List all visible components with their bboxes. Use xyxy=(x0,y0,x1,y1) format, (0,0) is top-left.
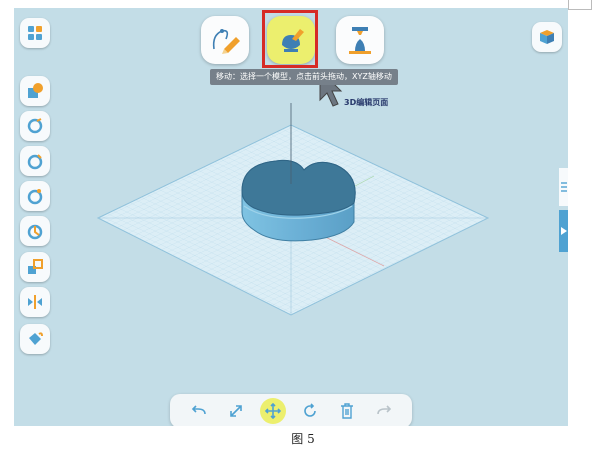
highlight-annotation-box xyxy=(262,10,318,68)
delete-button[interactable] xyxy=(334,398,360,424)
sketch-tool-button[interactable] xyxy=(20,111,50,141)
3d-print-icon xyxy=(349,27,371,54)
list-menu-icon xyxy=(560,182,567,192)
expand-arrow-icon xyxy=(560,227,567,235)
move-button[interactable] xyxy=(259,398,286,424)
twist-tool-button[interactable] xyxy=(20,216,50,246)
bottom-edit-toolbar xyxy=(170,394,412,426)
boolean-icon xyxy=(28,259,43,274)
mirror-icon xyxy=(28,295,42,309)
undo-button[interactable] xyxy=(186,398,212,424)
sketch-pen-icon xyxy=(212,29,240,54)
mirror-tool-button[interactable] xyxy=(20,287,50,317)
redo-button[interactable] xyxy=(371,398,397,424)
ring-shape-icon xyxy=(27,118,43,134)
move-tool-tooltip: 移动：选择一个模型，点击前头拖动，XYZ轴移动 xyxy=(210,69,398,85)
sketch-mode-button[interactable] xyxy=(201,16,249,64)
figure-caption: 图 5 xyxy=(291,432,315,446)
right-panel-menu-tab[interactable] xyxy=(559,168,568,206)
view-cube-button[interactable] xyxy=(532,22,562,52)
view-cube-icon xyxy=(540,30,554,44)
menu-grid-button[interactable] xyxy=(20,18,50,48)
undo-icon xyxy=(191,405,206,415)
right-panel-expand-tab[interactable] xyxy=(559,210,568,252)
3d-viewport[interactable]: 移动：选择一个模型，点击前头拖动，XYZ轴移动 3D编辑页面 xyxy=(14,8,568,426)
trash-icon xyxy=(340,403,353,419)
scale-button[interactable] xyxy=(223,398,249,424)
3d-print-mode-button[interactable] xyxy=(336,16,384,64)
shape-rotate-icon xyxy=(27,189,43,205)
basic-shapes-button[interactable] xyxy=(20,76,50,106)
sphere-arrow-icon xyxy=(27,154,43,170)
twist-icon xyxy=(27,224,43,240)
redo-icon xyxy=(376,405,391,415)
paint-tool-button[interactable] xyxy=(20,324,50,354)
rotate-button[interactable] xyxy=(297,398,323,424)
grid-menu-icon xyxy=(28,26,42,40)
rotate-shape-button[interactable] xyxy=(20,181,50,211)
rotate-icon xyxy=(303,403,316,417)
scale-arrows-icon xyxy=(229,405,242,417)
paint-bucket-icon xyxy=(29,332,43,345)
shapes-icon xyxy=(28,83,43,98)
boolean-tool-button[interactable] xyxy=(20,252,50,282)
sphere-tool-button[interactable] xyxy=(20,146,50,176)
corner-mark xyxy=(568,0,592,10)
move-cross-icon xyxy=(264,403,281,419)
heart-model[interactable] xyxy=(241,159,356,242)
annotation-label: 3D编辑页面 xyxy=(344,98,389,107)
